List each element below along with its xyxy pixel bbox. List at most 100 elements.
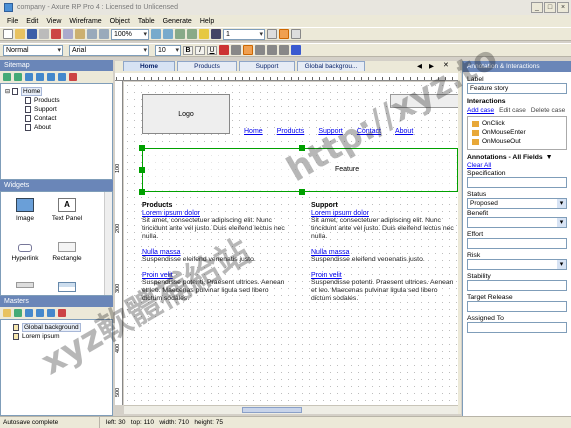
delete-case-link[interactable]: Delete case [531,107,565,114]
tab-scroll-left-icon[interactable]: ◀ [417,62,422,70]
tab-global-background[interactable]: Global backgrou... [297,61,365,71]
logo-placeholder[interactable]: Logo [142,94,230,134]
menu-wireframe[interactable]: Wireframe [65,18,105,25]
widgets-scrollbar[interactable] [104,192,112,295]
field-benefit-select[interactable] [467,217,567,228]
sitemap-item-about[interactable]: About [5,123,108,132]
add-master-icon[interactable] [14,309,22,317]
panel-toggle-icon[interactable] [279,29,289,39]
chevron-down-icon[interactable]: ▼ [546,154,553,161]
copy-icon[interactable] [63,29,73,39]
tab-close-icon[interactable]: ✕ [443,61,449,69]
article-link[interactable]: Lorem ipsum dolor [311,210,457,217]
selection-handle[interactable] [299,189,305,195]
delete-master-icon[interactable] [58,309,66,317]
tab-home[interactable]: Home [123,61,175,71]
selection-handle[interactable] [139,145,145,151]
selection-handle[interactable] [139,189,145,195]
feature-panel[interactable]: Feature [142,148,458,192]
ungroup-icon[interactable] [187,29,197,39]
nav-products[interactable]: Products [277,128,305,135]
line-width-select[interactable]: 1 [223,28,265,40]
design-canvas[interactable]: Logo Home Products Support Contact About… [124,82,458,405]
bold-button[interactable]: B [183,45,193,55]
widget-rectangle[interactable]: Rectangle [45,240,89,262]
field-risk-select[interactable] [467,259,567,270]
scroll-thumb[interactable] [242,407,302,413]
menu-help[interactable]: Help [196,18,218,25]
undo-icon[interactable] [87,29,97,39]
indent-icon[interactable] [47,309,55,317]
move-up-icon[interactable] [25,309,33,317]
view-icon[interactable] [291,29,301,39]
fill-color-icon[interactable] [199,29,209,39]
add-child-icon[interactable] [14,73,22,81]
close-button[interactable]: × [557,2,569,13]
add-case-link[interactable]: Add case [467,107,494,114]
add-folder-icon[interactable] [3,309,11,317]
text-color-icon[interactable] [291,45,301,55]
bullets-icon[interactable] [267,45,277,55]
nav-about[interactable]: About [395,128,413,135]
indent-icon[interactable] [47,73,55,81]
annotations-header[interactable]: Annotations - All Fields ▼ [467,154,567,161]
event-onmouseenter[interactable]: OnMouseEnter [472,128,562,137]
open-icon[interactable] [15,29,25,39]
redo-icon[interactable] [99,29,109,39]
menu-file[interactable]: File [3,18,22,25]
maximize-button[interactable]: □ [544,2,556,13]
selection-handle[interactable] [139,167,145,173]
sitemap-item-contact[interactable]: Contact [5,114,108,123]
field-effort-input[interactable] [467,238,567,249]
zoom-select[interactable]: 100% [111,28,149,40]
widget-image[interactable]: Image [3,198,47,222]
menu-view[interactable]: View [42,18,65,25]
article-link[interactable]: Lorem ipsum dolor [142,210,290,217]
print-icon[interactable] [39,29,49,39]
align-center-icon[interactable] [243,45,253,55]
nav-support[interactable]: Support [318,128,343,135]
article-link[interactable]: Nulla massa [311,249,457,256]
sitemap-item-products[interactable]: Products [5,96,108,105]
new-icon[interactable] [3,29,13,39]
style-select[interactable]: Normal [3,44,63,56]
search-box-placeholder[interactable] [390,94,458,108]
underline-button[interactable]: U [207,45,217,55]
master-item-global-background[interactable]: Global background [5,323,108,332]
article-link[interactable]: Proin velit [142,272,290,279]
widget-table[interactable] [45,282,89,295]
font-select[interactable]: Arial [69,44,149,56]
align-right-icon[interactable] [255,45,265,55]
sitemap-item-support[interactable]: Support [5,105,108,114]
widget-text-panel[interactable]: A Text Panel [45,198,89,222]
field-stability-input[interactable] [467,280,567,291]
tab-support[interactable]: Support [239,61,295,71]
selection-handle[interactable] [299,145,305,151]
menu-object[interactable]: Object [106,18,134,25]
font-size-select[interactable]: 10 [155,44,181,56]
menu-generate[interactable]: Generate [159,18,196,25]
menu-edit[interactable]: Edit [22,18,42,25]
field-target-release-input[interactable] [467,301,567,312]
connector-icon[interactable] [163,29,173,39]
paste-icon[interactable] [75,29,85,39]
border-icon[interactable] [279,45,289,55]
event-onmouseout[interactable]: OnMouseOut [472,137,562,146]
add-page-icon[interactable] [3,73,11,81]
delete-page-icon[interactable] [69,73,77,81]
line-color-icon[interactable] [211,29,221,39]
move-up-icon[interactable] [25,73,33,81]
group-icon[interactable] [175,29,185,39]
align-left-icon[interactable] [231,45,241,55]
article-link[interactable]: Nulla massa [142,249,290,256]
nav-home[interactable]: Home [244,128,263,135]
select-mode-icon[interactable] [151,29,161,39]
horizontal-scrollbar[interactable] [124,405,458,414]
menu-table[interactable]: Table [134,18,159,25]
nav-contact[interactable]: Contact [357,128,381,135]
move-down-icon[interactable] [36,73,44,81]
field-assigned-to-input[interactable] [467,322,567,333]
cut-icon[interactable] [51,29,61,39]
clear-all-link[interactable]: Clear All [467,162,567,169]
tab-products[interactable]: Products [177,61,237,71]
